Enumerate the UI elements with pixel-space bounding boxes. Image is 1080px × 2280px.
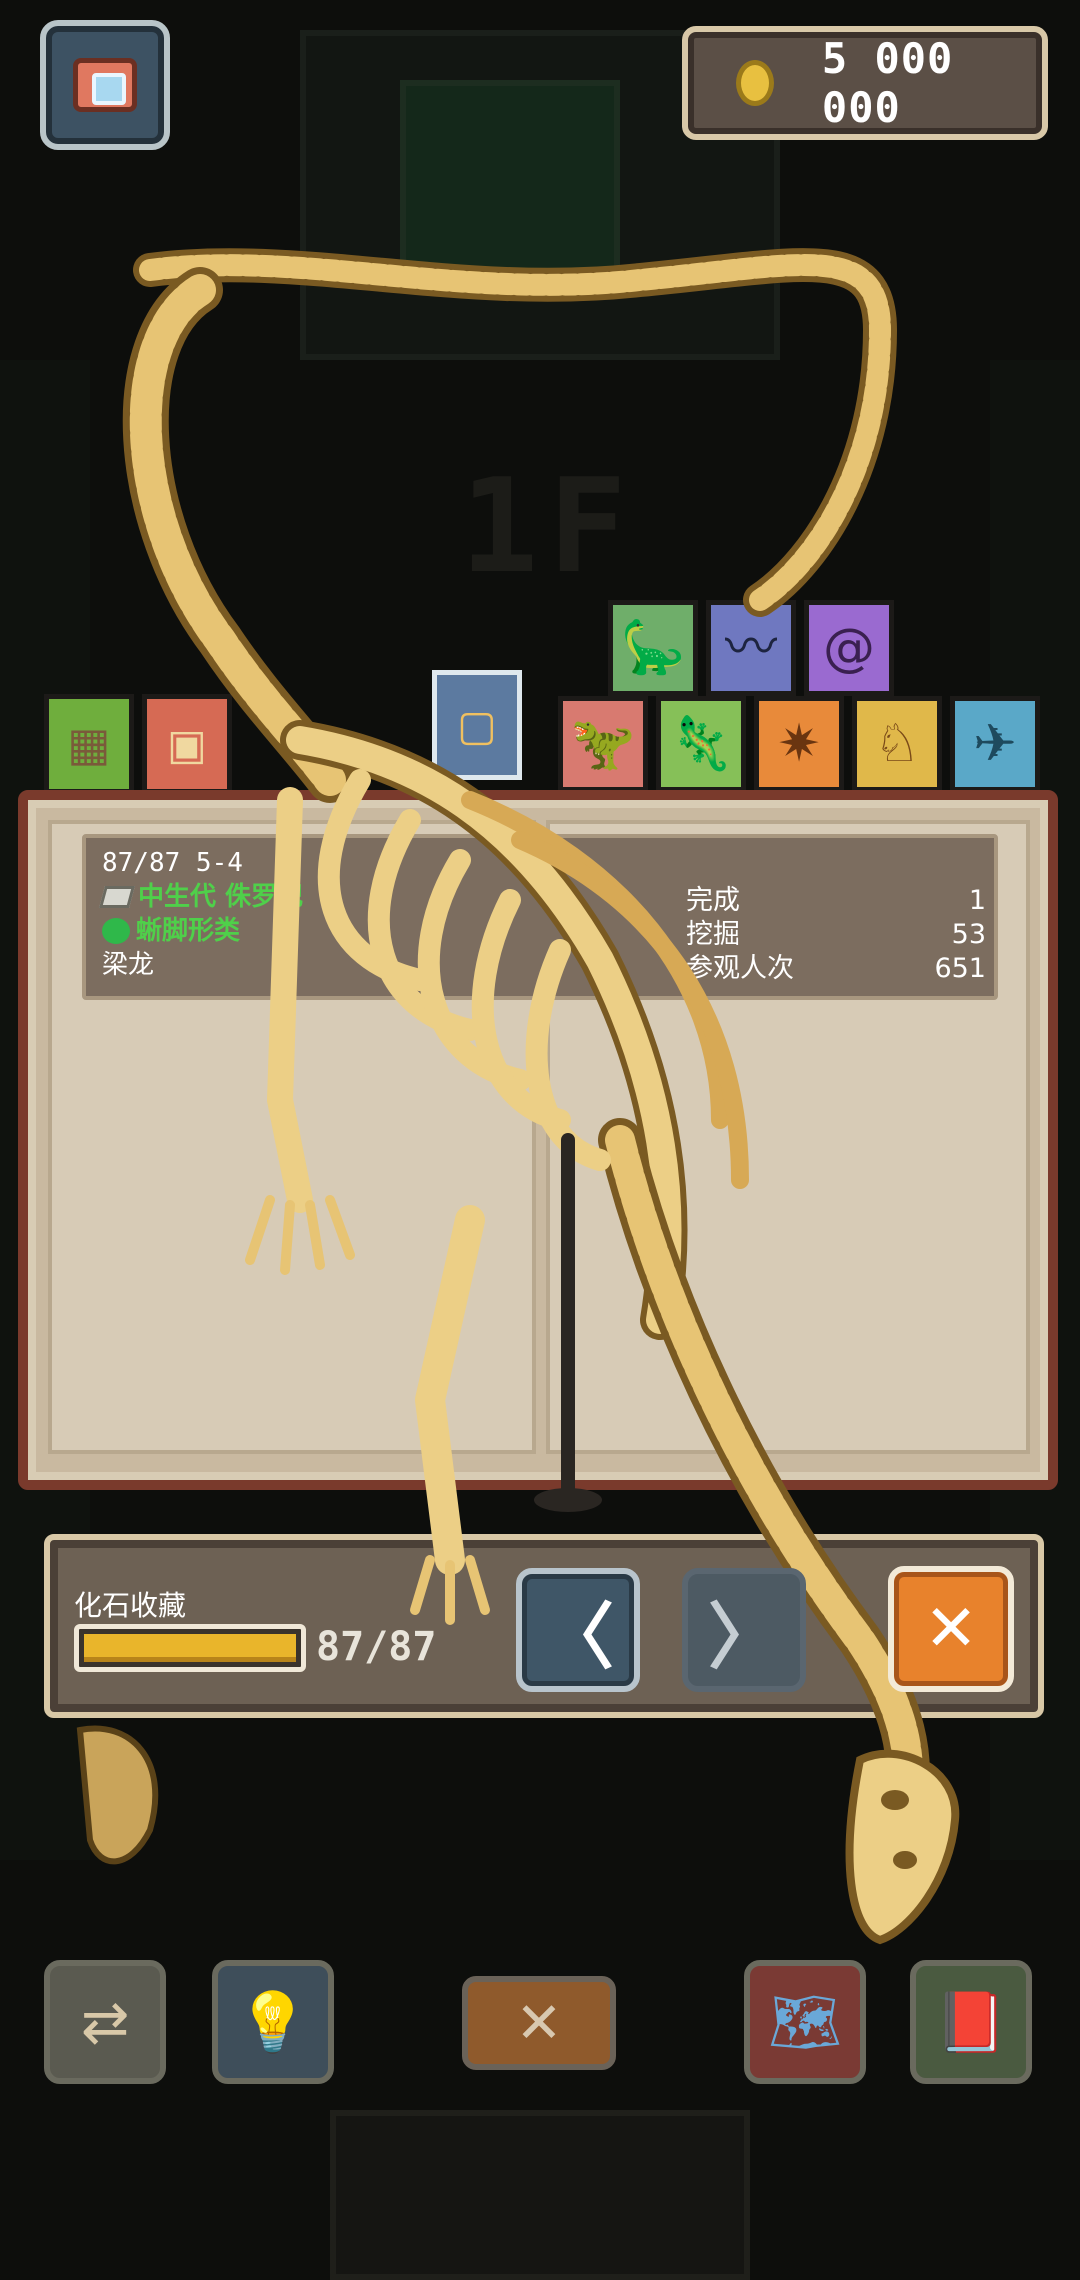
fossil-group: 蜥脚形类 — [102, 914, 303, 948]
fossil-era: 中生代 侏罗纪 — [99, 880, 304, 914]
close-icon: ✕ — [515, 1990, 563, 2056]
stat-row: 挖掘 53 — [686, 918, 986, 952]
category-ceratopsian[interactable]: ♘ — [852, 696, 942, 792]
fossil-info-box: 87/87 5-4 中生代 侏罗纪 蜥脚形类 梁龙 完成 1 挖掘 53 参观人… — [82, 834, 998, 1000]
ammonite-icon: @ — [823, 618, 875, 678]
collection-label: 化石收藏 — [74, 1589, 187, 1622]
fossil-index: 87/87 5-4 — [102, 848, 243, 878]
collection-progress-text: 87/87 — [316, 1624, 437, 1670]
journal-button[interactable]: 📕 — [910, 1960, 1032, 2084]
category-theropod[interactable]: 🦖 — [558, 696, 648, 792]
era-icon — [99, 886, 135, 908]
prev-button[interactable]: 〈 — [516, 1568, 640, 1692]
stat-row: 参观人次 651 — [686, 952, 986, 986]
chevron-right-icon: 〉 — [707, 1594, 780, 1679]
fossil-stats: 完成 1 挖掘 53 参观人次 651 — [686, 884, 986, 986]
stat-label: 参观人次 — [686, 953, 794, 984]
stat-value: 651 — [934, 953, 986, 984]
stat-label: 完成 — [686, 885, 740, 916]
collection-progress-bar — [74, 1624, 306, 1672]
category-pterosaur[interactable]: ✈ — [950, 696, 1040, 792]
coin-counter: 5 000 000 — [682, 26, 1048, 140]
fossil-details: 87/87 5-4 中生代 侏罗纪 蜥脚形类 梁龙 — [99, 846, 304, 982]
bottom-door — [330, 2110, 750, 2280]
pterosaur-icon: ✈ — [973, 714, 1017, 774]
chest-icon: ▣ — [167, 719, 207, 769]
coin-icon — [736, 60, 774, 106]
chevron-left-icon: 〈 — [541, 1594, 614, 1679]
coin-value: 5 000 000 — [821, 34, 954, 132]
stat-row: 完成 1 — [686, 884, 986, 918]
sauropod-icon: 🦕 — [620, 618, 686, 678]
category-stegosaur[interactable]: ✷ — [754, 696, 844, 792]
floor-label: 1F — [460, 450, 637, 602]
camera-button[interactable] — [40, 20, 170, 150]
close-panel-button[interactable]: ✕ — [888, 1566, 1014, 1692]
journal-icon: 📕 — [934, 1987, 1008, 2056]
map-button[interactable]: 🗺 — [744, 1960, 866, 2084]
category-ammonite[interactable]: @ — [804, 600, 894, 696]
collection-progress-fill — [84, 1634, 296, 1662]
next-button[interactable]: 〉 — [682, 1568, 806, 1692]
hint-button[interactable]: 💡 — [212, 1960, 334, 2084]
camera-icon — [73, 58, 137, 112]
swap-icon: ⇄ — [80, 1988, 130, 2056]
back-door — [400, 80, 620, 280]
category-ornithopod[interactable]: 🦎 — [656, 696, 746, 792]
tab-chest[interactable]: ▣ — [142, 694, 232, 794]
map-icon: 🗺 — [768, 1987, 842, 2056]
stegosaur-icon: ✷ — [777, 714, 821, 774]
crate-icon: ▦ — [67, 717, 111, 771]
tab-crate[interactable]: ▦ — [44, 694, 134, 794]
fossil-group-text: 蜥脚形类 — [136, 916, 241, 946]
ceratopsian-icon: ♘ — [873, 714, 921, 774]
category-plesiosaur[interactable]: 〰 — [706, 600, 796, 696]
category-sauropod[interactable]: 🦕 — [608, 600, 698, 696]
plesiosaur-icon: 〰 — [724, 618, 777, 678]
fossil-name: 梁龙 — [102, 950, 155, 980]
tab-frame[interactable]: ▢ — [432, 670, 522, 780]
frame-icon: ▢ — [457, 700, 497, 750]
fossil-era-text: 中生代 侏罗纪 — [138, 882, 304, 912]
theropod-icon: 🦖 — [570, 714, 636, 774]
stat-value: 53 — [951, 919, 986, 950]
toolbar-close-button[interactable]: ✕ — [462, 1976, 616, 2070]
close-icon: ✕ — [924, 1592, 978, 1666]
ornithopod-icon: 🦎 — [668, 714, 734, 774]
swap-button[interactable]: ⇄ — [44, 1960, 166, 2084]
stat-value: 1 — [968, 885, 986, 916]
stat-label: 挖掘 — [686, 919, 740, 950]
group-icon — [102, 918, 130, 944]
lightbulb-icon: 💡 — [236, 1987, 310, 2056]
